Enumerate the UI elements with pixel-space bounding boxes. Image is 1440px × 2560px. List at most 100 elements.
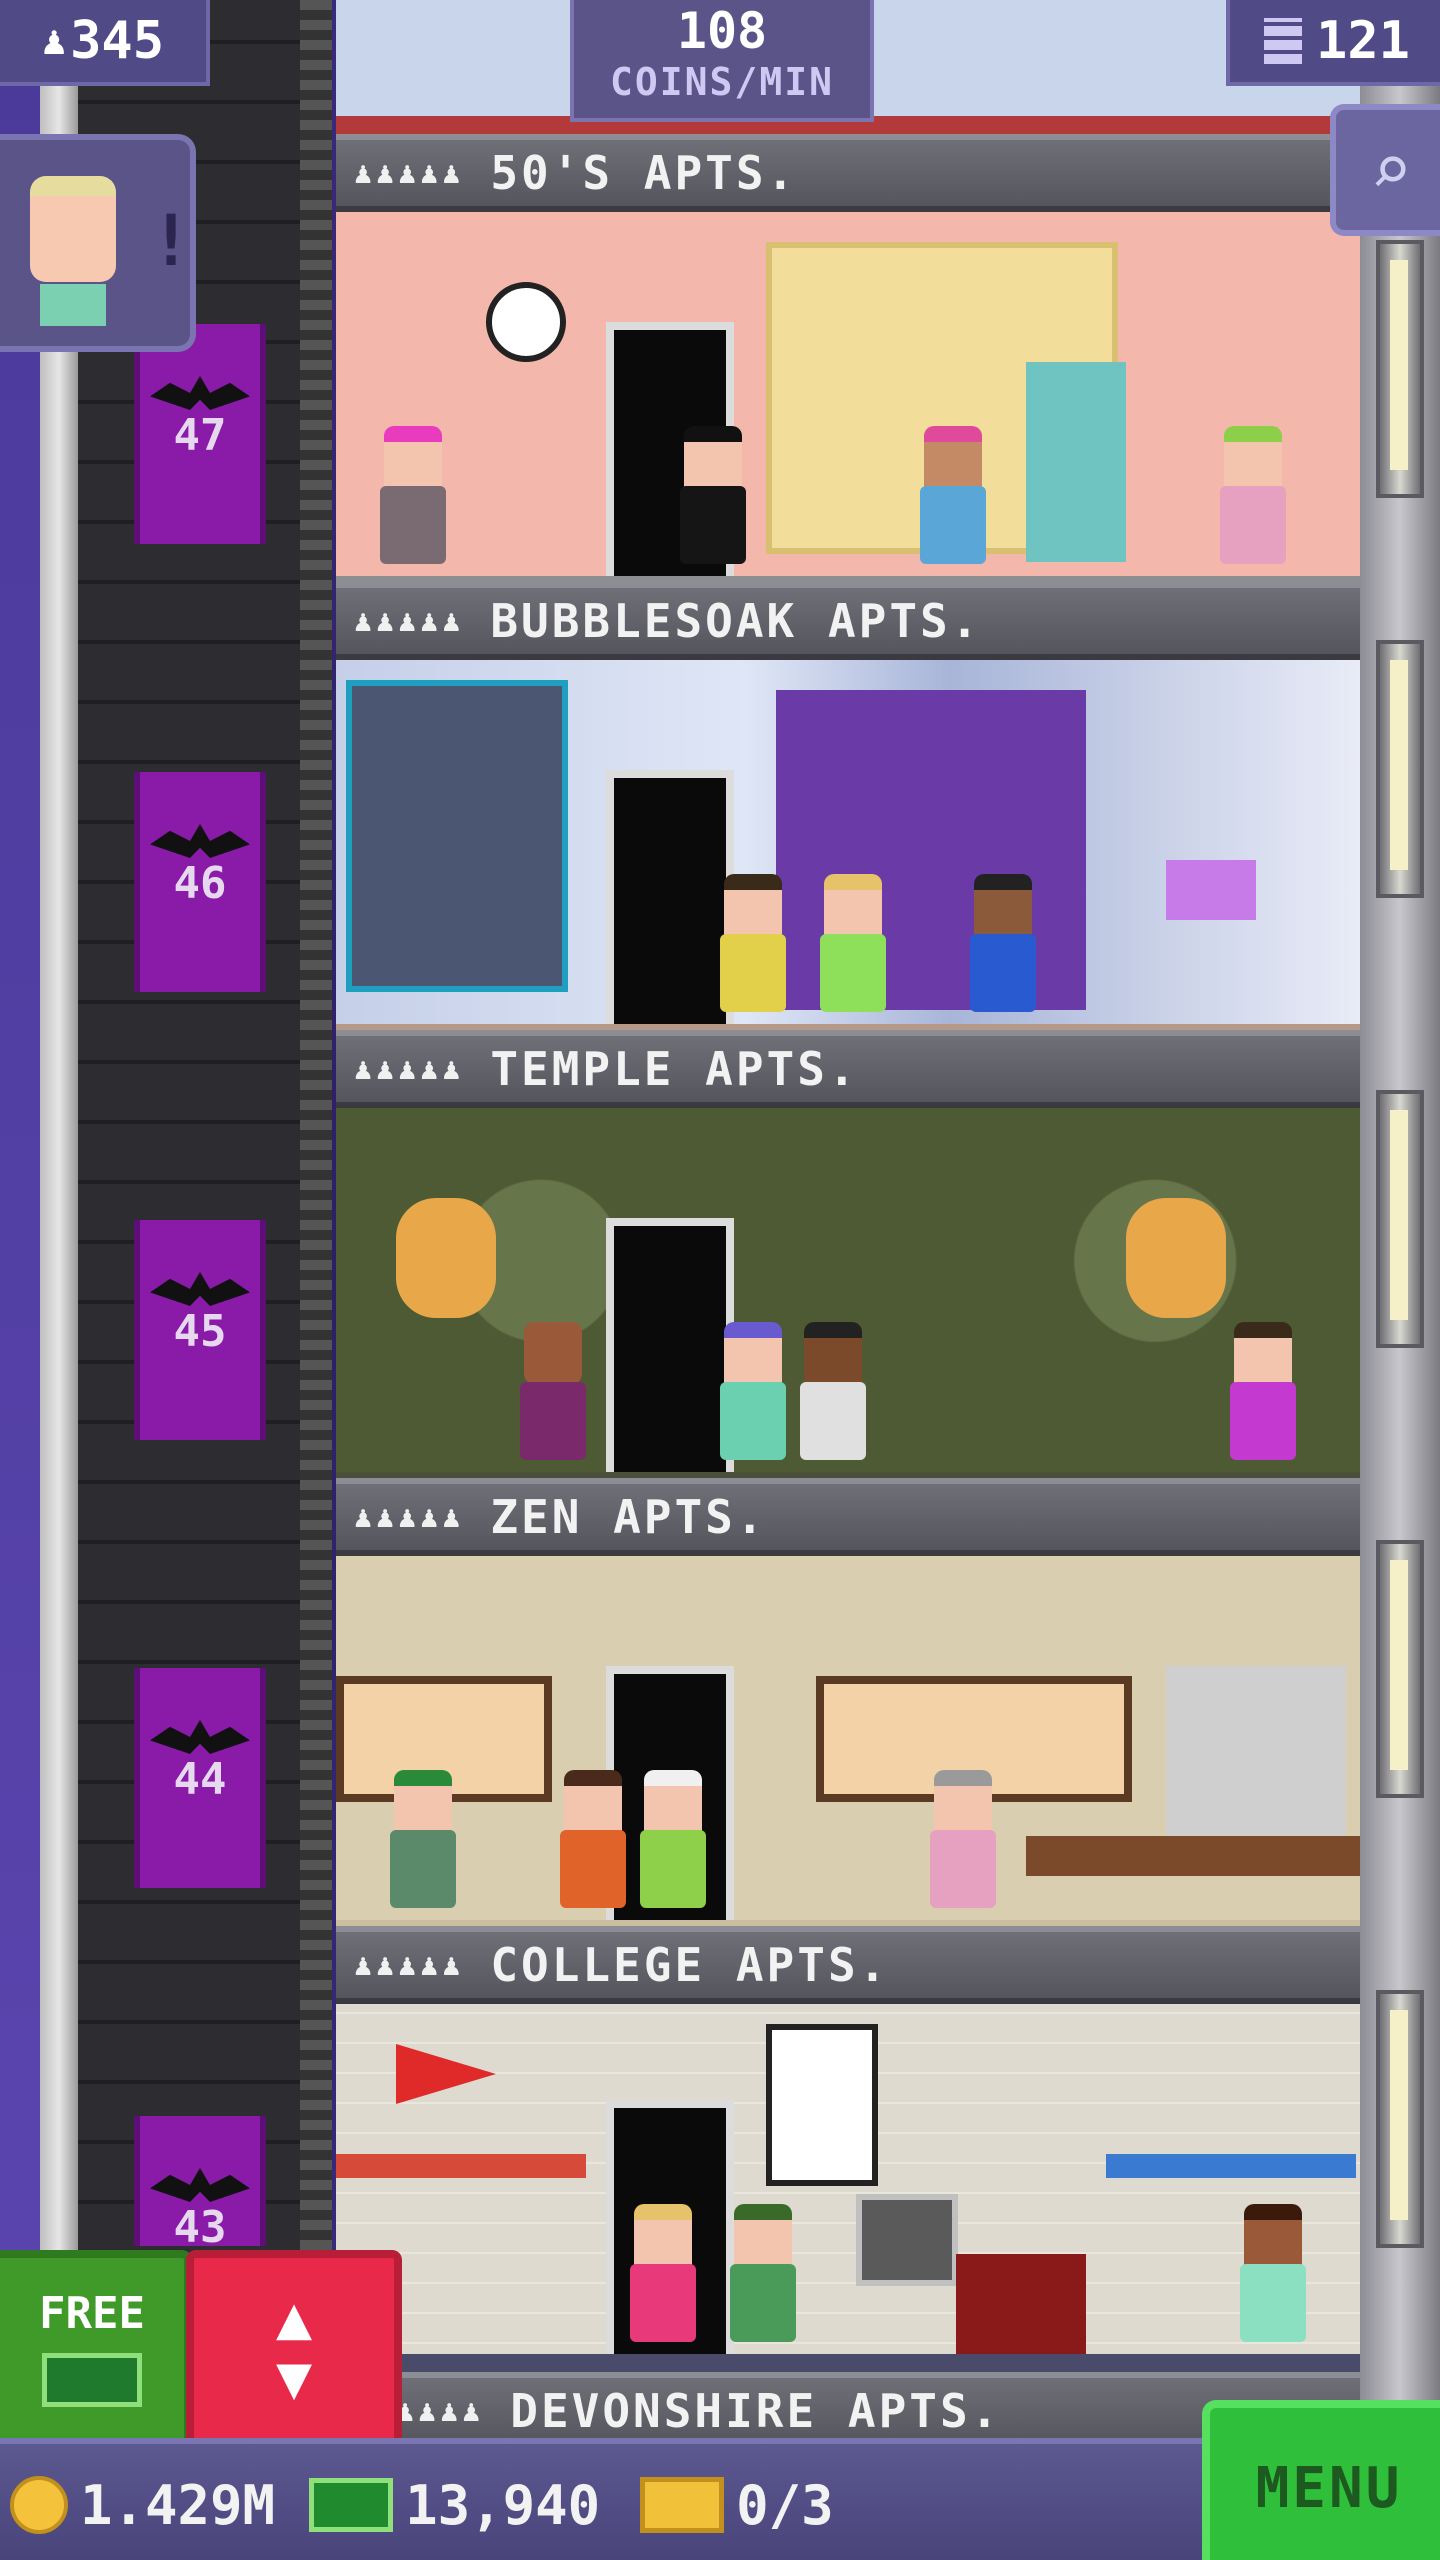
game-screen: 47 46 45 44 43 ♟♟♟♟♟ 50'S APTS. ♟♟♟♟♟ BU… — [0, 0, 1440, 2560]
bath-cabin — [346, 680, 568, 992]
bux-icon — [309, 2478, 394, 2532]
bat-icon — [150, 824, 250, 858]
left-exterior — [0, 0, 40, 2560]
population-counter[interactable]: ♟ 345 — [0, 0, 210, 86]
avatar — [30, 176, 116, 282]
room-door[interactable] — [606, 770, 734, 1024]
left-pillar — [40, 0, 78, 2560]
exterior-window — [1376, 640, 1424, 898]
rating-icons: ♟♟♟♟♟ — [354, 155, 465, 191]
avatar-shirt — [40, 284, 106, 326]
tenant[interactable] — [376, 426, 450, 576]
bat-icon — [150, 2168, 250, 2202]
tenant[interactable] — [636, 1770, 710, 1920]
clock-icon — [486, 282, 566, 362]
poster — [766, 2024, 878, 2186]
tenant[interactable] — [516, 1322, 590, 1472]
tv — [856, 2194, 958, 2286]
shaft-floor-44: 44 — [134, 1668, 266, 1888]
floor-label-zen[interactable]: ♟♟♟♟♟ ZEN APTS. — [336, 1478, 1360, 1556]
shaft-floor-number: 47 — [173, 410, 227, 461]
ticket-icon — [640, 2477, 725, 2533]
room-door[interactable] — [606, 1218, 734, 1472]
floor-counter[interactable]: 121 — [1226, 0, 1440, 86]
coins-per-minute-panel[interactable]: 108 COINS/MIN — [570, 0, 874, 122]
tenant[interactable] — [386, 1770, 460, 1920]
shaft-floor-46: 46 — [134, 772, 266, 992]
lamp — [1166, 860, 1256, 920]
rating-icons: ♟♟♟♟♟ — [354, 1051, 465, 1087]
room-bubblesoak-apts[interactable] — [336, 660, 1360, 1042]
building-icon — [1264, 18, 1303, 64]
tenant[interactable] — [796, 1322, 870, 1472]
tenant[interactable] — [1226, 1322, 1300, 1472]
free-bux-button[interactable]: FREE — [0, 2250, 192, 2450]
floor-name: COLLEGE APTS. — [490, 1938, 890, 1992]
bat-icon — [150, 1720, 250, 1754]
population-value: 345 — [70, 11, 164, 71]
bunk-bed — [1106, 2154, 1356, 2178]
elevator-rail — [300, 0, 332, 2560]
bux-value: 13,940 — [405, 2473, 601, 2537]
menu-label: MENU — [1255, 2455, 1403, 2521]
bux-icon — [42, 2353, 142, 2407]
bat-icon — [150, 1272, 250, 1306]
up-down-arrows-icon: ▲ ▼ — [275, 2283, 313, 2413]
free-label: FREE — [39, 2288, 145, 2339]
shaft-floor-number: 43 — [173, 2202, 227, 2253]
bookshelf — [956, 2254, 1086, 2354]
kitchen-counter — [1026, 1836, 1360, 1876]
shaft-floor-number: 45 — [173, 1306, 227, 1357]
tenant[interactable] — [1236, 2204, 1310, 2354]
idol-statue — [1126, 1198, 1226, 1318]
tenant[interactable] — [556, 1770, 630, 1920]
tenant[interactable] — [916, 426, 990, 576]
room-50s-apts[interactable] — [336, 212, 1360, 594]
tenant[interactable] — [716, 1322, 790, 1472]
floor-count-value: 121 — [1316, 11, 1410, 71]
shaft-floor-number: 44 — [173, 1754, 227, 1805]
shaft-floor-number: 46 — [173, 858, 227, 909]
exterior-window — [1376, 240, 1424, 498]
tenant[interactable] — [926, 1770, 1000, 1920]
exterior-window — [1376, 1090, 1424, 1348]
search-button[interactable]: ⌕ — [1330, 104, 1440, 236]
floor-name: DEVONSHIRE APTS. — [510, 2384, 1002, 2438]
rating-icons: ♟♟♟♟ — [396, 2393, 485, 2429]
bunk-bed — [336, 2154, 586, 2178]
floor-label-temple[interactable]: ♟♟♟♟♟ TEMPLE APTS. — [336, 1030, 1360, 1108]
coins-rate-unit: COINS/MIN — [610, 60, 834, 104]
idol-statue — [396, 1198, 496, 1318]
menu-button[interactable]: MENU — [1202, 2400, 1440, 2560]
tenant[interactable] — [626, 2204, 700, 2354]
room-zen-apts[interactable] — [336, 1556, 1360, 1938]
visitor-avatar-card[interactable]: ! — [0, 134, 196, 352]
tenant[interactable] — [716, 874, 790, 1024]
tenant[interactable] — [726, 2204, 800, 2354]
tenant[interactable] — [676, 426, 750, 576]
tenant[interactable] — [1216, 426, 1290, 576]
room-temple-apts[interactable] — [336, 1108, 1360, 1490]
floor-label-50s[interactable]: ♟♟♟♟♟ 50'S APTS. — [336, 134, 1360, 212]
tenant[interactable] — [966, 874, 1040, 1024]
person-icon: ♟ — [41, 18, 67, 64]
floor-name: TEMPLE APTS. — [490, 1042, 859, 1096]
shaft-floor-47: 47 — [134, 324, 266, 544]
fridge — [1026, 362, 1126, 562]
floor-label-college[interactable]: ♟♟♟♟♟ COLLEGE APTS. — [336, 1926, 1360, 2004]
floor-label-bubblesoak[interactable]: ♟♟♟♟♟ BUBBLESOAK APTS. — [336, 582, 1360, 660]
room-college-apts[interactable] — [336, 2004, 1360, 2372]
tenant[interactable] — [816, 874, 890, 1024]
bat-icon — [150, 376, 250, 410]
floor-name: 50'S APTS. — [490, 146, 798, 200]
exterior-window — [1376, 1540, 1424, 1798]
shaft-floor-45: 45 — [134, 1220, 266, 1440]
tickets-value: 0/3 — [736, 2473, 834, 2537]
elevator-button[interactable]: ▲ ▼ — [186, 2250, 402, 2450]
fridge — [1166, 1666, 1346, 1836]
room-floor — [336, 2354, 1360, 2372]
shaft-floor-43: 43 — [134, 2116, 266, 2253]
coins-rate-value: 108 — [676, 2, 768, 60]
floor-name: ZEN APTS. — [490, 1490, 767, 1544]
coin-icon — [10, 2476, 68, 2534]
